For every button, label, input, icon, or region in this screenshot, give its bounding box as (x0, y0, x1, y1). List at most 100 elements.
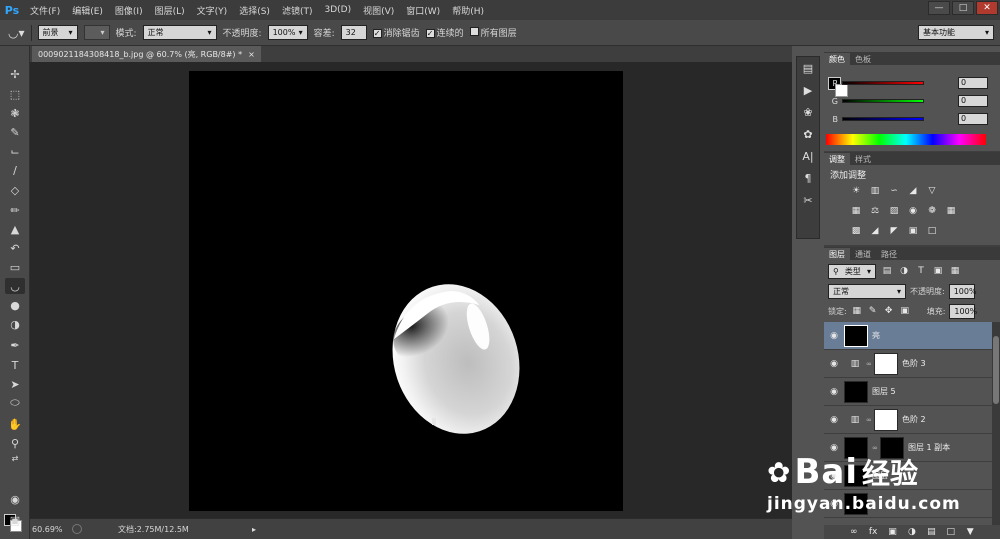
lasso-tool-icon[interactable]: ❃ (5, 105, 25, 121)
vibrance-icon[interactable]: ▽ (926, 186, 938, 196)
blue-value[interactable]: 0 (958, 113, 988, 125)
tab-channels[interactable]: 通道 (850, 248, 876, 260)
menu-layer[interactable]: 图层(L) (149, 4, 191, 17)
eye-icon[interactable]: ◉ (824, 415, 844, 425)
tolerance-input[interactable]: 32 (340, 25, 367, 40)
fill-source-select[interactable]: 前景 ▾ (37, 25, 78, 40)
layer-row[interactable]: ◉ ▥ ∞ 色阶 2 (824, 406, 992, 434)
contiguous-checkbox[interactable]: ✓ 连续的 (425, 26, 464, 39)
filter-smart-icon[interactable]: ▦ (949, 266, 961, 276)
color-balance-icon[interactable]: ⚖ (869, 206, 881, 216)
image-canvas[interactable] (189, 71, 623, 511)
black-white-icon[interactable]: ▨ (888, 206, 900, 216)
invert-icon[interactable]: ▩ (850, 226, 862, 236)
red-track[interactable] (842, 81, 924, 85)
lock-transparent-icon[interactable]: ▦ (851, 306, 863, 316)
brush-presets-icon[interactable]: ✿ (797, 123, 819, 145)
tab-color[interactable]: 颜色 (824, 53, 850, 65)
layer-opacity-input[interactable]: 100% (948, 283, 977, 299)
screen-mode-icon[interactable]: ▣ (5, 512, 25, 528)
workspace-select[interactable]: 基本功能 ▾ (918, 25, 994, 40)
paint-bucket-icon[interactable]: ◡▾ (8, 26, 25, 40)
menu-3d[interactable]: 3D(D) (318, 5, 357, 15)
close-tab-icon[interactable]: × (248, 50, 255, 59)
menu-type[interactable]: 文字(Y) (191, 4, 234, 17)
tab-swatches[interactable]: 色板 (850, 53, 876, 65)
mode-select[interactable]: 正常 ▾ (142, 25, 217, 40)
filter-type-icon[interactable]: T (915, 266, 927, 276)
menu-filter[interactable]: 滤镜(T) (276, 4, 319, 17)
blur-tool-icon[interactable]: ● (5, 297, 25, 313)
photo-filter-icon[interactable]: ◉ (907, 206, 919, 216)
all-layers-checkbox[interactable]: 所有图层 (469, 26, 517, 39)
filter-pixel-icon[interactable]: ▤ (881, 266, 893, 276)
channel-mixer-icon[interactable]: ❁ (926, 206, 938, 216)
tab-paths[interactable]: 路径 (876, 248, 902, 260)
character-icon[interactable]: A| (797, 145, 819, 167)
fill-input[interactable]: 100% (949, 303, 977, 319)
restore-button[interactable]: □ (952, 1, 974, 15)
layer-row[interactable]: ◉ ▥ ∞ 色阶 3 (824, 350, 992, 378)
brush-settings-icon[interactable]: ❀ (797, 101, 819, 123)
blue-track[interactable] (842, 117, 924, 121)
path-select-tool-icon[interactable]: ➤ (5, 376, 25, 392)
lock-pixels-icon[interactable]: ✎ (867, 306, 879, 316)
status-options-icon[interactable] (72, 524, 82, 534)
eraser-tool-icon[interactable]: ▭ (5, 259, 25, 275)
blend-mode-select[interactable]: 正常 ▾ (828, 283, 906, 299)
selective-color-icon[interactable]: □ (926, 226, 938, 236)
opacity-input[interactable]: 100% ▾ (267, 25, 308, 40)
dodge-tool-icon[interactable]: ◑ (5, 316, 25, 332)
stamp-tool-icon[interactable]: ▲ (5, 221, 25, 237)
pattern-picker[interactable]: ▾ (83, 25, 110, 40)
exposure-icon[interactable]: ◢ (907, 186, 919, 196)
paint-bucket-tool-icon[interactable]: ◡ (5, 278, 25, 294)
brush-tool-icon[interactable]: ✏ (5, 202, 25, 218)
color-lookup-icon[interactable]: ▦ (945, 206, 957, 216)
green-track[interactable] (842, 99, 924, 103)
paragraph-icon[interactable]: ¶ (797, 167, 819, 189)
slider-blue[interactable]: B 0 (828, 112, 994, 126)
close-button[interactable]: ✕ (976, 1, 998, 15)
history-icon[interactable]: ▤ (797, 57, 819, 79)
eye-icon[interactable]: ◉ (824, 387, 844, 397)
menu-select[interactable]: 选择(S) (233, 4, 276, 17)
green-value[interactable]: 0 (958, 95, 988, 107)
menu-window[interactable]: 窗口(W) (400, 4, 446, 17)
eye-icon[interactable]: ◉ (824, 331, 844, 341)
marquee-tool-icon[interactable]: ⬚ (5, 86, 25, 102)
minimize-button[interactable]: — (928, 1, 950, 15)
status-menu-arrow-icon[interactable]: ▸ (252, 525, 256, 534)
healing-brush-tool-icon[interactable]: ◇ (5, 182, 25, 198)
type-tool-icon[interactable]: T (5, 357, 25, 373)
eyedropper-tool-icon[interactable]: ∕ (5, 162, 25, 178)
menu-view[interactable]: 视图(V) (357, 4, 400, 17)
document-tab[interactable]: 0009021184308418_b.jpg @ 60.7% (亮, RGB/8… (32, 46, 261, 62)
layer-row[interactable]: ◉ 亮 (824, 322, 992, 350)
actions-play-icon[interactable]: ▶ (797, 79, 819, 101)
filter-adjust-icon[interactable]: ◑ (898, 266, 910, 276)
tool-presets-icon[interactable]: ✂ (797, 189, 819, 211)
posterize-icon[interactable]: ◢ (869, 226, 881, 236)
red-value[interactable]: 0 (958, 77, 988, 89)
zoom-level[interactable]: 60.69% (32, 525, 66, 534)
gradient-map-icon[interactable]: ▣ (907, 226, 919, 236)
antialias-checkbox[interactable]: ✓ 消除锯齿 (372, 26, 420, 39)
lock-all-icon[interactable]: ▣ (899, 306, 911, 316)
brightness-icon[interactable]: ☀ (850, 186, 862, 196)
scroll-thumb[interactable] (993, 336, 999, 404)
menu-image[interactable]: 图像(I) (109, 4, 149, 17)
ellipse-tool-icon[interactable]: ⬭ (5, 395, 25, 411)
move-tool-icon[interactable]: ✢ (5, 66, 25, 82)
tab-styles[interactable]: 样式 (850, 153, 876, 165)
threshold-icon[interactable]: ◤ (888, 226, 900, 236)
hand-tool-icon[interactable]: ✋ (5, 416, 25, 432)
tab-adjustments[interactable]: 调整 (824, 153, 850, 165)
filter-shape-icon[interactable]: ▣ (932, 266, 944, 276)
lock-position-icon[interactable]: ✥ (883, 306, 895, 316)
layer-filter-select[interactable]: ⚲ 类型 ▾ (828, 263, 876, 279)
pen-tool-icon[interactable]: ✒ (5, 337, 25, 353)
quick-select-tool-icon[interactable]: ✎ (5, 124, 25, 140)
menu-file[interactable]: 文件(F) (24, 4, 66, 17)
crop-tool-icon[interactable]: ⌙ (5, 143, 25, 159)
